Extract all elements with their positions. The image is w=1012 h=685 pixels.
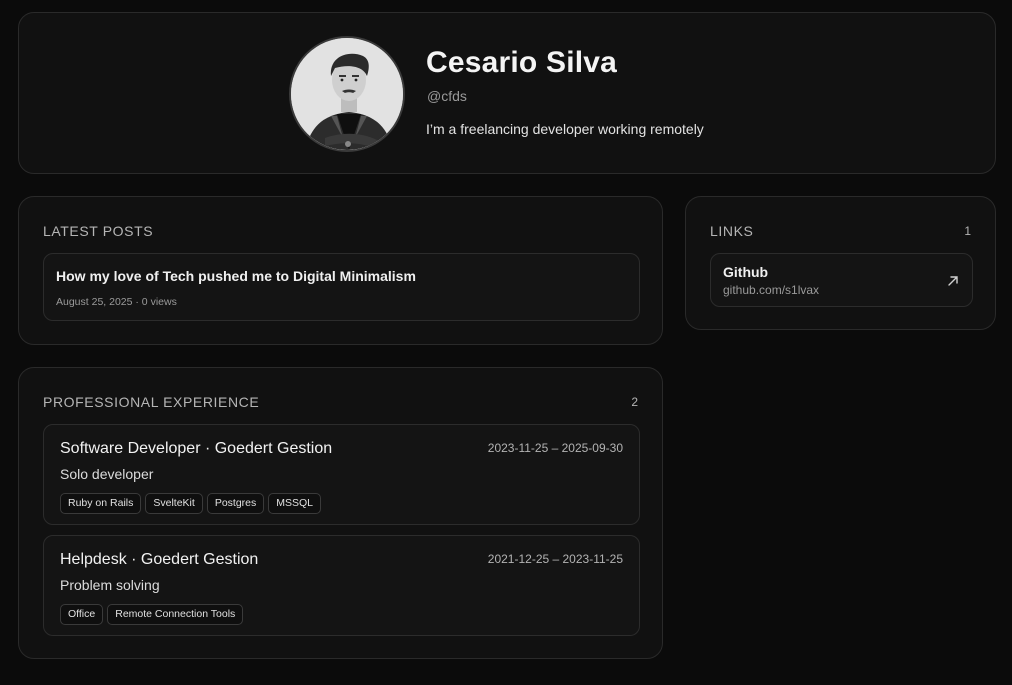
link-url: github.com/s1lvax <box>723 283 820 297</box>
tag: Office <box>60 604 104 625</box>
experience-description: Problem solving <box>60 577 160 593</box>
profile-bio: I’m a freelancing developer working remo… <box>426 121 704 137</box>
tag-list: Ruby on Rails SvelteKit Postgres MSSQL <box>60 493 322 514</box>
experience-description: Solo developer <box>60 466 154 482</box>
link-label[interactable]: Github <box>723 264 768 280</box>
experience-dates: 2023-11-25 – 2025-09-30 <box>487 441 623 455</box>
tag-list: Office Remote Connection Tools <box>60 604 244 625</box>
profile-card: Cesario Silva @cfds I’m a freelancing de… <box>18 12 996 174</box>
experience-role: Helpdesk · Goedert Gestion <box>60 551 259 568</box>
links-card: LINKS 1 Github github.com/s1lvax <box>685 196 996 330</box>
link-item-github[interactable]: Github github.com/s1lvax <box>710 253 973 307</box>
tag: Remote Connection Tools <box>107 604 244 625</box>
avatar <box>289 36 405 152</box>
experience-count: 2 <box>631 395 638 409</box>
tag: Ruby on Rails <box>60 493 142 514</box>
tag: MSSQL <box>268 493 322 514</box>
avatar-illustration <box>291 38 403 150</box>
experience-item: Software Developer · Goedert Gestion 202… <box>43 424 640 525</box>
arrow-up-right-icon <box>948 276 958 286</box>
profile-handle: @cfds <box>427 88 467 104</box>
profile-name: Cesario Silva <box>426 46 618 79</box>
links-count: 1 <box>964 224 971 238</box>
tag: SvelteKit <box>145 493 203 514</box>
experience-role: Software Developer · Goedert Gestion <box>60 440 333 457</box>
latest-posts-card: LATEST POSTS How my love of Tech pushed … <box>18 196 663 345</box>
post-item[interactable]: How my love of Tech pushed me to Digital… <box>43 253 640 321</box>
latest-posts-title: LATEST POSTS <box>43 223 154 239</box>
experience-dates: 2021-12-25 – 2023-11-25 <box>487 552 623 566</box>
tag: Postgres <box>206 493 265 514</box>
experience-title: PROFESSIONAL EXPERIENCE <box>43 394 260 410</box>
post-meta: August 25, 2025 · 0 views <box>56 296 177 308</box>
experience-card: PROFESSIONAL EXPERIENCE 2 Software Devel… <box>18 367 663 659</box>
post-title[interactable]: How my love of Tech pushed me to Digital… <box>56 268 416 284</box>
experience-item: Helpdesk · Goedert Gestion 2021-12-25 – … <box>43 535 640 636</box>
links-title: LINKS <box>710 223 754 239</box>
